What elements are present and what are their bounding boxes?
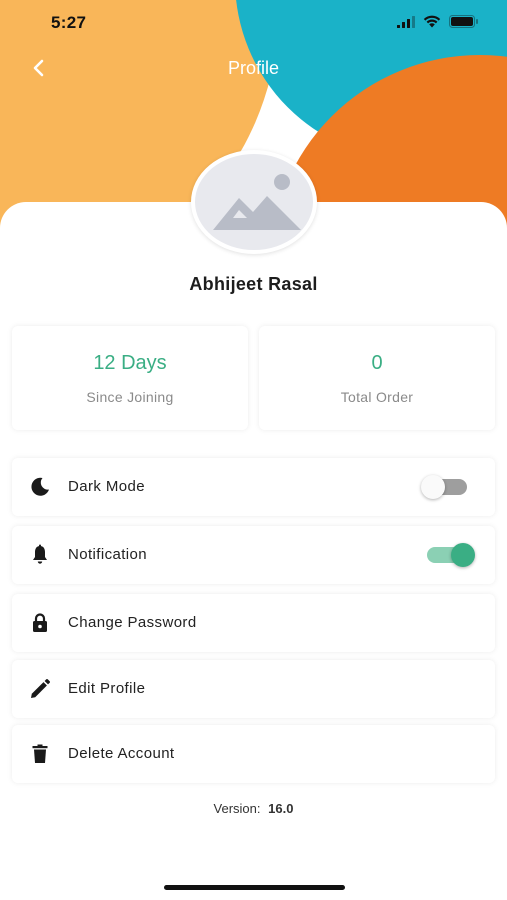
stat-card-since-joining: 12 Days Since Joining: [12, 326, 248, 430]
version-label: Version:: [213, 801, 261, 816]
menu-label: Edit Profile: [68, 680, 146, 697]
menu-row-dark-mode[interactable]: Dark Mode: [12, 458, 495, 516]
trash-icon: [28, 742, 52, 766]
menu-label: Delete Account: [68, 745, 175, 762]
menu-row-notification[interactable]: Notification: [12, 526, 495, 584]
app-version: Version: 16.0: [0, 801, 507, 816]
lock-icon: [28, 611, 52, 635]
status-time: 5:27: [51, 13, 87, 32]
menu-label: Dark Mode: [68, 478, 145, 495]
status-icons: [397, 15, 479, 33]
notification-toggle[interactable]: [427, 543, 475, 567]
menu-label: Change Password: [68, 614, 197, 631]
toggle-knob: [451, 543, 475, 567]
stat-value: 0: [371, 352, 383, 374]
home-indicator[interactable]: [164, 885, 345, 890]
status-bar: 5:27: [0, 0, 507, 46]
wifi-icon: [423, 15, 441, 33]
user-name: Abhijeet Rasal: [189, 274, 318, 294]
menu-label: Notification: [68, 546, 148, 563]
battery-icon: [449, 15, 479, 33]
stat-card-total-order[interactable]: 0 Total Order: [259, 326, 495, 430]
version-number: 16.0: [268, 801, 294, 816]
signal-icon: [397, 15, 415, 33]
page-title: Profile: [227, 58, 280, 78]
stat-value: 12 Days: [93, 352, 167, 374]
pencil-icon: [28, 677, 52, 701]
toggle-knob: [421, 475, 445, 499]
stat-label: Since Joining: [86, 389, 174, 405]
dark-mode-toggle[interactable]: [421, 475, 467, 499]
bell-icon: [28, 543, 52, 567]
menu-row-change-password[interactable]: Change Password: [12, 594, 495, 652]
moon-icon: [28, 475, 52, 499]
menu-row-delete-account[interactable]: Delete Account: [12, 725, 495, 783]
stat-label: Total Order: [340, 389, 414, 405]
menu-row-edit-profile[interactable]: Edit Profile: [12, 660, 495, 718]
avatar[interactable]: [191, 150, 317, 254]
